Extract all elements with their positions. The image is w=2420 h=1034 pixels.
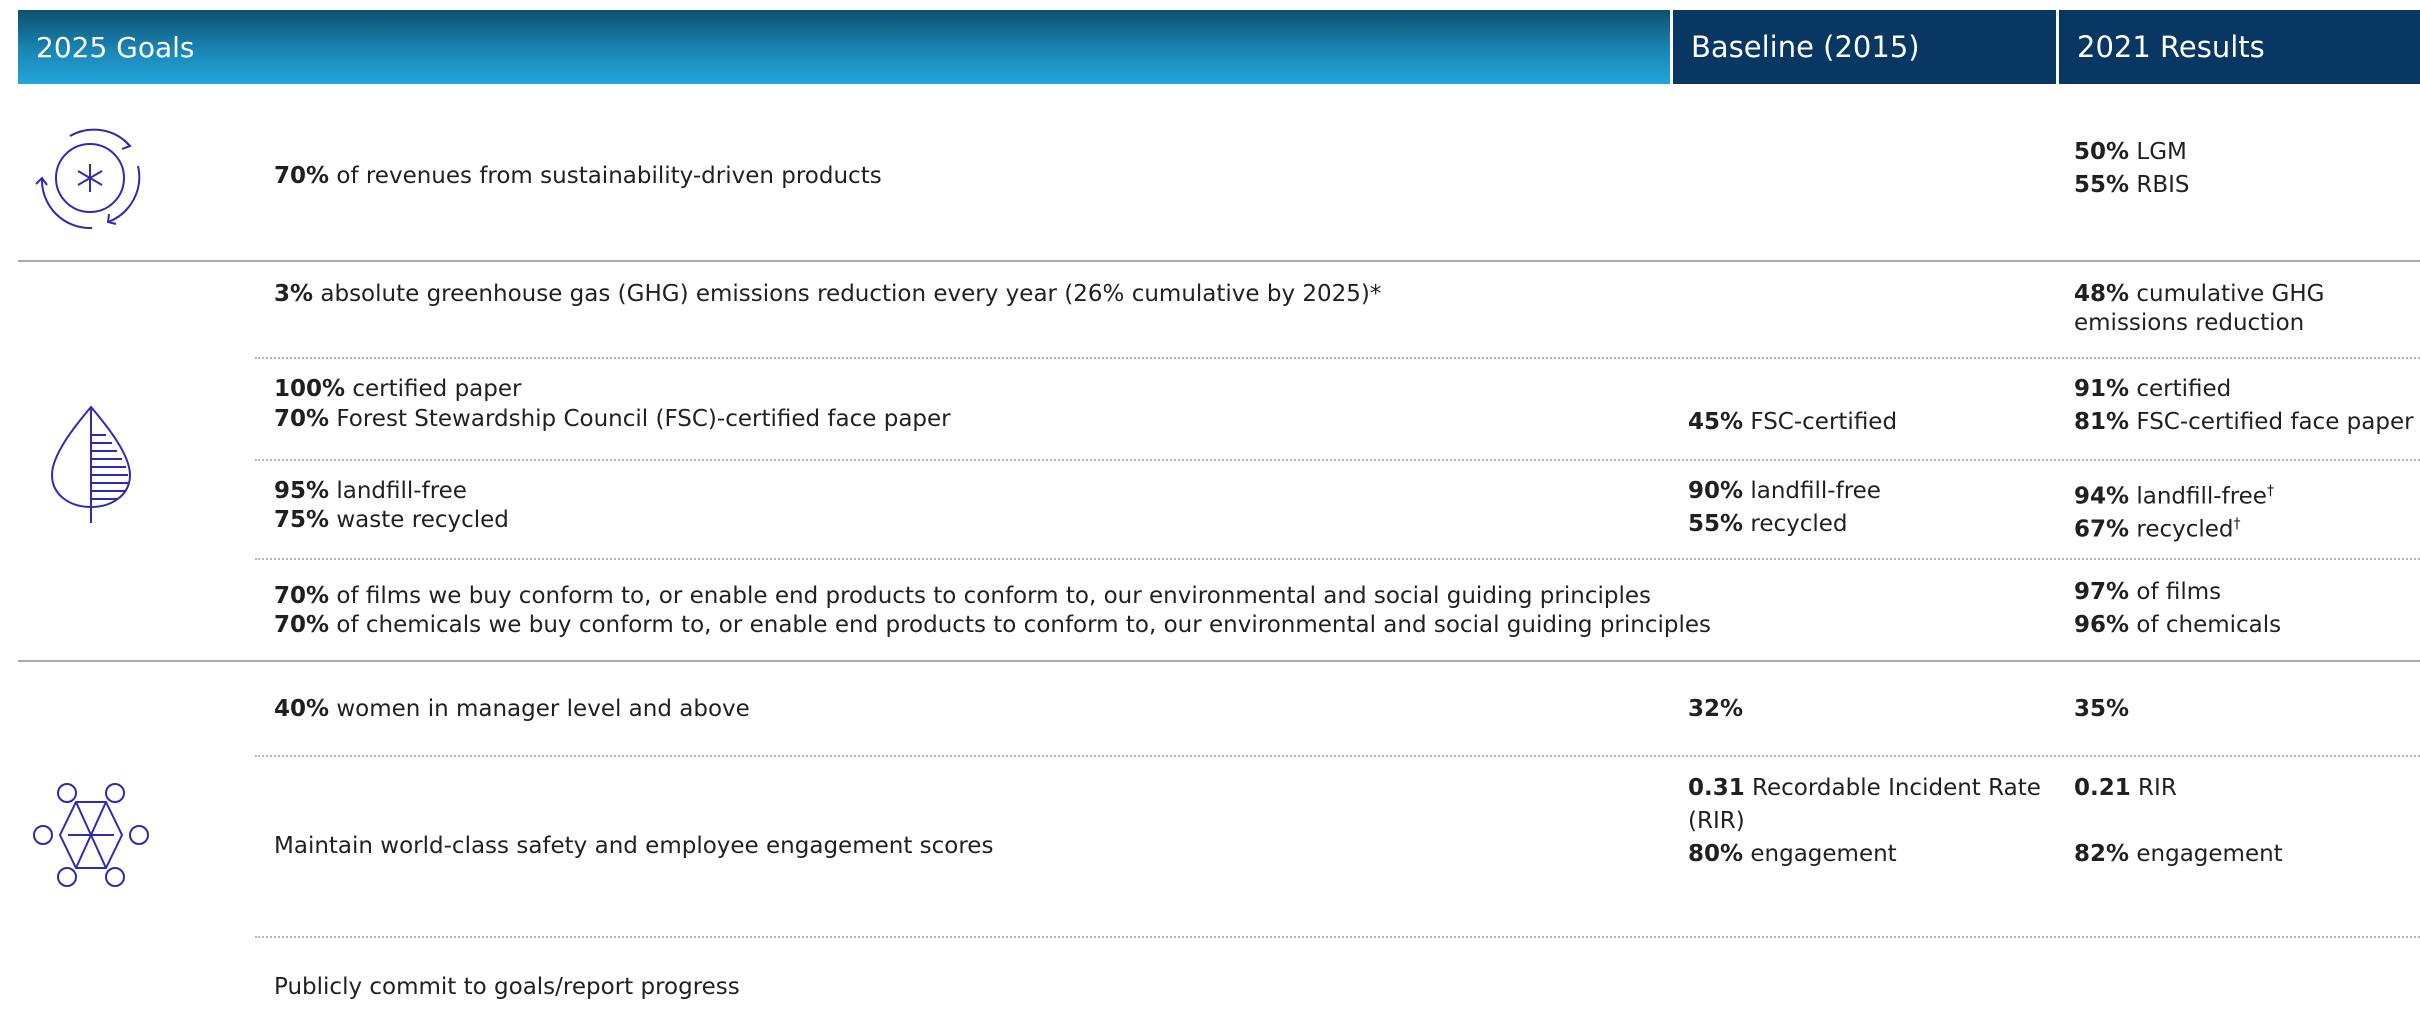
goal-waste-recycled: 75% waste recycled [274, 507, 509, 533]
row-divider [255, 755, 2420, 757]
people-network-icon [30, 780, 152, 890]
result-landfill-free: 94% landfill-free† [2074, 483, 2274, 510]
baseline-rir-cont: (RIR) [1688, 808, 1745, 834]
goal-fsc-face-paper: 70% Forest Stewardship Council (FSC)-cer… [274, 406, 951, 432]
result-films: 97% of films [2074, 579, 2222, 605]
result-ghg: 48% cumulative GHG [2074, 281, 2325, 307]
goal-safety-engagement: Maintain world-class safety and employee… [274, 833, 994, 859]
row-divider [255, 357, 2420, 359]
goal-certified-paper: 100% certified paper [274, 376, 522, 402]
goal-ghg-reduction: 3% absolute greenhouse gas (GHG) emissio… [274, 281, 1382, 307]
goal-chemicals: 70% of chemicals we buy conform to, or e… [274, 612, 1711, 638]
header-goals-label: 2025 Goals [36, 30, 195, 64]
result-rir: 0.21 RIR [2074, 775, 2177, 801]
goal-public-commit: Publicly commit to goals/report progress [274, 974, 740, 1000]
recycle-circle-icon [30, 118, 150, 238]
row-divider [255, 558, 2420, 560]
result-recycled: 67% recycled† [2074, 516, 2241, 543]
header-baseline-label: Baseline (2015) [1691, 30, 1920, 64]
section-divider [18, 660, 2420, 662]
header-baseline: Baseline (2015) [1673, 10, 2056, 84]
result-chemicals: 96% of chemicals [2074, 612, 2282, 638]
header-goals: 2025 Goals [18, 10, 1670, 84]
goal-women-managers: 40% women in manager level and above [274, 696, 750, 722]
result-ghg-cont: emissions reduction [2074, 310, 2305, 336]
baseline-recycled: 55% recycled [1688, 511, 1848, 537]
result-lgm: 50% LGM [2074, 139, 2187, 165]
goal-sustainability-revenue: 70% of revenues from sustainability-driv… [274, 163, 882, 189]
header-results-label: 2021 Results [2077, 30, 2265, 64]
goal-films: 70% of films we buy conform to, or enabl… [274, 583, 1651, 609]
baseline-fsc: 45% FSC-certified [1688, 409, 1898, 435]
result-fsc-face-paper: 81% FSC-certified face paper [2074, 409, 2414, 435]
result-rbis: 55% RBIS [2074, 172, 2190, 198]
goal-landfill-free: 95% landfill-free [274, 478, 467, 504]
result-women-managers: 35% [2074, 696, 2130, 722]
result-certified: 91% certified [2074, 376, 2232, 402]
result-engagement: 82% engagement [2074, 841, 2283, 867]
section-divider [18, 260, 2420, 262]
row-divider [255, 936, 2420, 938]
leaf-icon [48, 403, 134, 525]
baseline-women-managers: 32% [1688, 696, 1744, 722]
baseline-rir: 0.31 Recordable Incident Rate [1688, 775, 2041, 801]
header-results: 2021 Results [2059, 10, 2420, 84]
row-divider [255, 459, 2420, 461]
baseline-engagement: 80% engagement [1688, 841, 1897, 867]
baseline-landfill-free: 90% landfill-free [1688, 478, 1881, 504]
